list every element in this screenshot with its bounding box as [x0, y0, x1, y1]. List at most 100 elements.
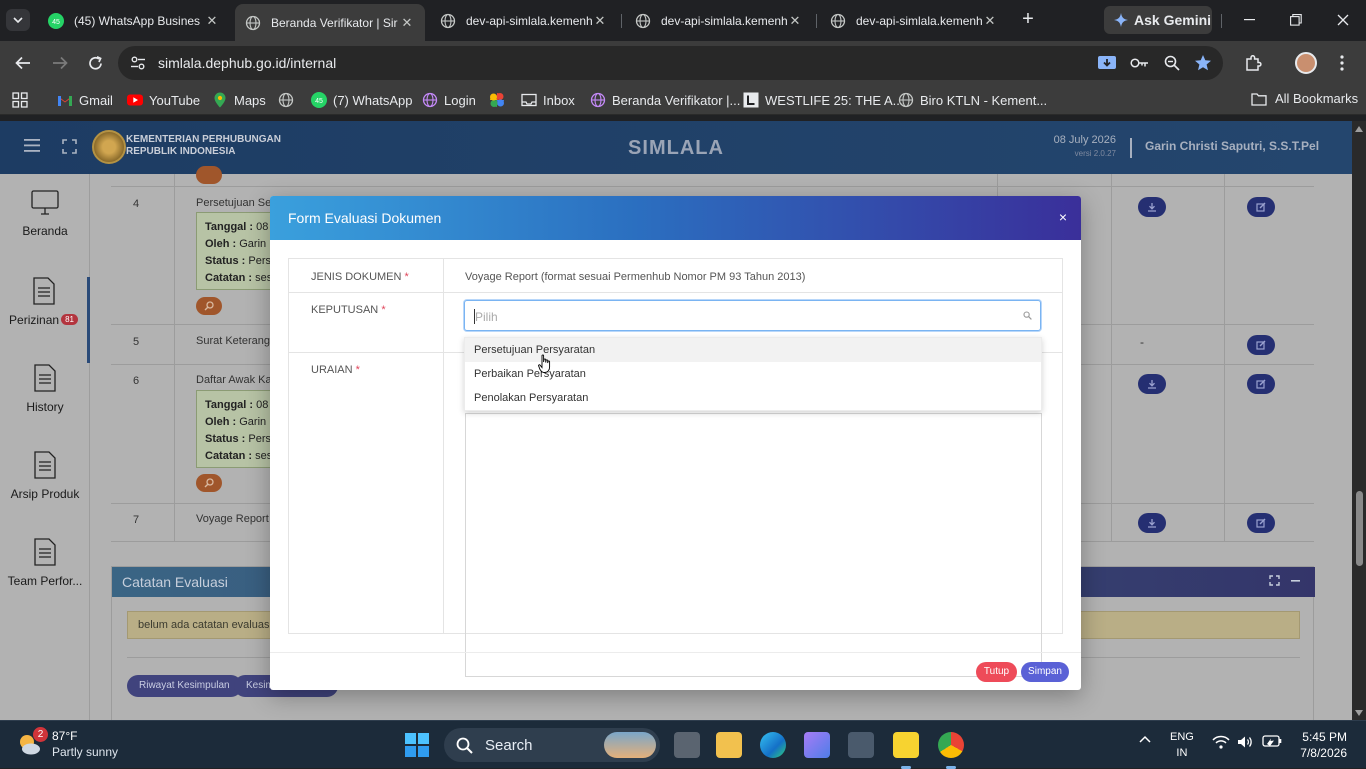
tab-dev-api-1[interactable]: dev-api-simlala.kemenh ✕ — [430, 6, 618, 35]
search-history-button[interactable] — [196, 297, 222, 315]
tab-dev-api-2[interactable]: dev-api-simlala.kemenh ✕ — [625, 6, 813, 35]
sidebar-item-label: History — [26, 400, 64, 414]
start-button[interactable] — [405, 733, 429, 757]
edit-icon — [1256, 379, 1266, 389]
user-name[interactable]: Garin Christi Saputri, S.S.T.Pel — [1145, 139, 1319, 153]
bookmark-whatsapp[interactable]: 45 (7) WhatsApp — [311, 91, 412, 109]
search-icon — [204, 301, 214, 311]
keputusan-select-input[interactable]: Pilih — [464, 300, 1041, 331]
edit-button[interactable] — [1247, 335, 1275, 355]
globe-icon — [440, 13, 456, 29]
arrow-right-icon — [53, 56, 68, 70]
sticky-notes-icon[interactable] — [893, 732, 919, 769]
close-tab-icon[interactable]: ✕ — [204, 13, 220, 29]
back-button[interactable] — [11, 51, 35, 75]
maximize-icon[interactable] — [1269, 575, 1280, 586]
extensions-button[interactable] — [1241, 51, 1265, 75]
bookmark-login[interactable]: Login — [422, 91, 476, 109]
sidebar-item-perizinan[interactable]: Perizinan 81 — [0, 277, 90, 363]
profile-avatar[interactable] — [1294, 51, 1318, 75]
browser-toolbar: simlala.dephub.go.id/internal — [0, 41, 1366, 85]
battery-icon[interactable] — [1262, 735, 1282, 747]
bookmark-globe[interactable] — [278, 91, 300, 109]
new-tab-button[interactable]: + — [1017, 9, 1039, 31]
taskbar-search[interactable]: Search — [444, 728, 660, 762]
bookmark-label: Maps — [234, 92, 266, 108]
chrome-icon[interactable] — [938, 732, 964, 769]
reload-icon — [88, 55, 102, 70]
simpan-button[interactable]: Simpan — [1021, 662, 1069, 682]
wifi-icon[interactable] — [1212, 735, 1230, 749]
temperature: 87°F — [52, 729, 78, 743]
address-bar[interactable]: simlala.dephub.go.id/internal — [118, 46, 1223, 80]
tutup-button[interactable]: Tutup — [976, 662, 1017, 682]
forward-button[interactable] — [48, 51, 72, 75]
edit-button[interactable] — [1247, 513, 1275, 533]
sidebar-item-history[interactable]: History — [0, 364, 90, 450]
label-text: KEPUTUSAN — [311, 304, 379, 316]
tab-beranda-verifikator[interactable]: Beranda Verifikator | Sir ✕ — [235, 4, 425, 41]
minimize-button[interactable] — [1237, 8, 1263, 32]
tab-dev-api-3[interactable]: dev-api-simlala.kemenh ✕ — [820, 6, 1008, 35]
chevron-up-icon[interactable] — [1139, 735, 1151, 743]
language-indicator[interactable]: ENG IN — [1170, 729, 1194, 761]
sidebar-item-arsip-produk[interactable]: Arsip Produk — [0, 451, 90, 537]
bookmark-gmail[interactable]: Gmail — [57, 91, 113, 109]
volume-icon[interactable] — [1237, 735, 1253, 749]
document-icon — [34, 451, 56, 479]
search-history-button[interactable] — [196, 474, 222, 492]
scroll-up-arrow[interactable] — [1355, 126, 1363, 132]
edge-icon[interactable] — [760, 732, 786, 758]
bookmark-beranda[interactable]: Beranda Verifikator |... — [590, 91, 740, 109]
scroll-down-arrow[interactable] — [1355, 710, 1363, 716]
close-tab-icon[interactable]: ✕ — [399, 15, 415, 31]
ask-gemini-button[interactable]: Ask Gemini — [1104, 6, 1212, 34]
all-bookmarks-button[interactable]: All Bookmarks — [1251, 91, 1358, 106]
modal-close-button[interactable]: × — [1059, 210, 1067, 224]
sidebar-item-label: Arsip Produk — [10, 487, 80, 501]
tab-search-button[interactable] — [6, 9, 30, 31]
uraian-textarea[interactable] — [465, 413, 1042, 677]
download-button[interactable] — [1138, 197, 1166, 217]
sidebar-item-team-performance[interactable]: Team Perfor... — [0, 538, 90, 624]
close-tab-icon[interactable]: ✕ — [787, 13, 803, 29]
sidebar-item-beranda[interactable]: Beranda — [0, 190, 90, 276]
history-toggle-button[interactable] — [196, 166, 222, 184]
bookmark-star-icon[interactable] — [1192, 53, 1214, 73]
document-icon — [34, 364, 56, 392]
label-text: URAIAN — [311, 364, 353, 376]
system-clock[interactable]: 5:45 PM 7/8/2026 — [1287, 729, 1347, 761]
close-tab-icon[interactable]: ✕ — [982, 13, 998, 29]
page-scrollbar[interactable] — [1352, 121, 1366, 720]
download-button[interactable] — [1138, 374, 1166, 394]
edit-button[interactable] — [1247, 197, 1275, 217]
edit-button[interactable] — [1247, 374, 1275, 394]
bookmark-youtube[interactable]: YouTube — [127, 91, 200, 109]
option-penolakan[interactable]: Penolakan Persyaratan — [465, 386, 1041, 410]
collapse-icon[interactable] — [1290, 575, 1301, 586]
reload-button[interactable] — [83, 51, 107, 75]
globe-icon — [635, 13, 651, 29]
apps-button[interactable] — [12, 91, 28, 109]
tab-whatsapp[interactable]: 45 (45) WhatsApp Busines ✕ — [38, 6, 230, 35]
restore-button[interactable] — [1283, 8, 1309, 32]
copilot-icon[interactable] — [804, 732, 830, 758]
bookmark-westlife[interactable]: WESTLIFE 25: THE A... — [743, 91, 903, 109]
bookmark-inbox[interactable]: Inbox — [521, 91, 575, 109]
bookmark-maps[interactable]: Maps — [212, 91, 266, 109]
chrome-menu-button[interactable] — [1330, 51, 1354, 75]
riwayat-kesimpulan-button[interactable]: Riwayat Kesimpulan — [127, 675, 242, 697]
bookmark-photos[interactable] — [489, 91, 511, 109]
password-key-icon[interactable] — [1129, 53, 1151, 73]
scrollbar-thumb[interactable] — [1356, 491, 1363, 566]
zoom-icon[interactable] — [1161, 53, 1183, 73]
close-window-button[interactable] — [1330, 8, 1356, 32]
download-button[interactable] — [1138, 513, 1166, 533]
task-view-icon[interactable] — [674, 732, 700, 758]
bookmark-biro-ktln[interactable]: Biro KTLN - Kement... — [898, 91, 1047, 109]
camera-icon[interactable] — [848, 732, 874, 758]
monitor-icon — [31, 190, 59, 215]
close-tab-icon[interactable]: ✕ — [592, 13, 608, 29]
install-app-icon[interactable] — [1096, 53, 1118, 73]
file-explorer-icon[interactable] — [716, 732, 742, 758]
